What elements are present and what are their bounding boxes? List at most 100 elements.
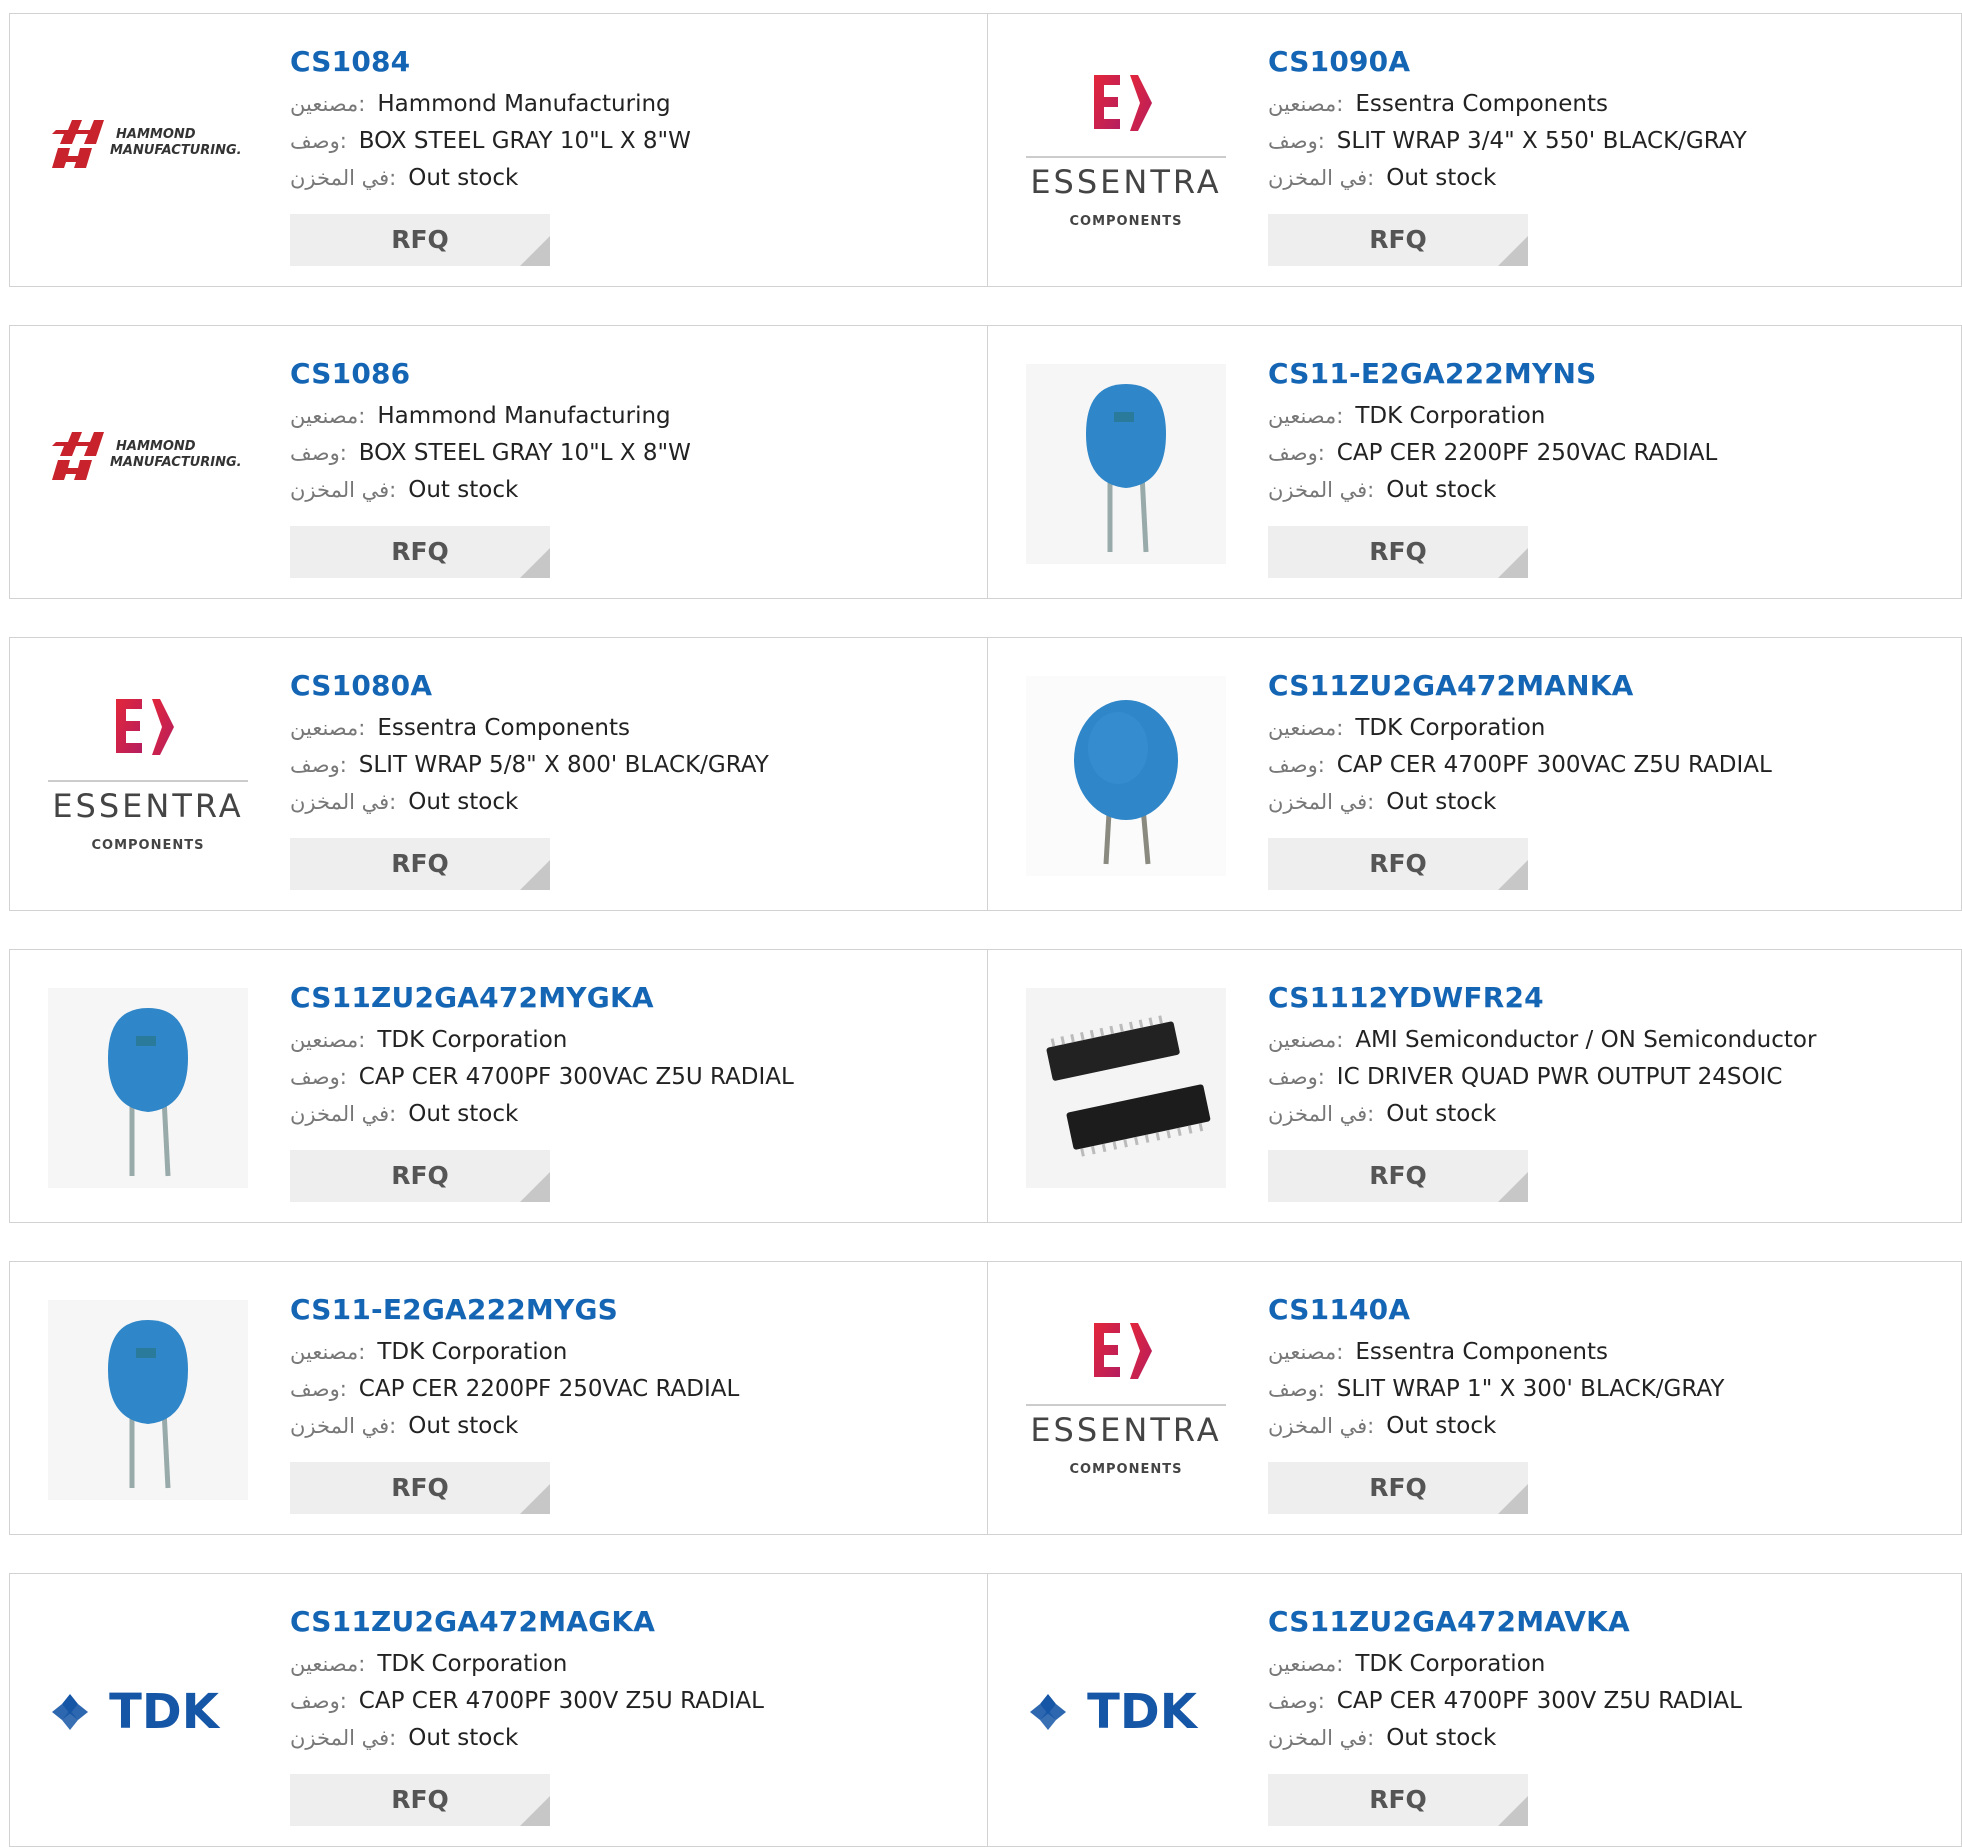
description-row: وصف: SLIT WRAP 1" X 300' BLACK/GRAY — [1268, 1371, 1724, 1408]
product-image[interactable] — [48, 1300, 248, 1500]
description-label: وصف — [290, 753, 340, 777]
product-image[interactable] — [1026, 676, 1226, 876]
manufacturer-row: مصنعين: Essentra Components — [1268, 1334, 1724, 1371]
rfq-button[interactable]: RFQ — [1268, 526, 1528, 578]
part-number-link[interactable]: CS1084 — [290, 44, 691, 80]
product-card: ESSENTRA COMPONENTS CS1140A مصنعين: Esse… — [987, 1262, 1962, 1534]
rfq-button[interactable]: RFQ — [1268, 1774, 1528, 1826]
product-image[interactable]: HAMMOND MANUFACTURING. — [48, 364, 248, 564]
rfq-label: RFQ — [1369, 1473, 1427, 1502]
svg-text:ESSENTRA: ESSENTRA — [52, 787, 243, 825]
description-value: CAP CER 2200PF 250VAC RADIAL — [358, 1376, 740, 1402]
stock-row: في المخزن: Out stock — [1268, 472, 1717, 509]
description-row: وصف: SLIT WRAP 5/8" X 800' BLACK/GRAY — [290, 747, 769, 784]
description-row: وصف: BOX STEEL GRAY 10"L X 8"W — [290, 435, 691, 472]
manufacturer-label: مصنعين — [1268, 716, 1337, 740]
description-label: وصف — [1268, 1689, 1318, 1713]
product-row: ESSENTRA COMPONENTS CS1080A مصنعين: Esse… — [9, 637, 1962, 911]
manufacturer-row: مصنعين: TDK Corporation — [1268, 398, 1717, 435]
description-row: وصف: BOX STEEL GRAY 10"L X 8"W — [290, 123, 691, 160]
stock-row: في المخزن: Out stock — [1268, 1720, 1742, 1757]
part-number-link[interactable]: CS1080A — [290, 668, 769, 704]
part-number-link[interactable]: CS11ZU2GA472MANKA — [1268, 668, 1772, 704]
product-image[interactable]: ESSENTRA COMPONENTS — [1026, 1300, 1226, 1500]
rfq-button[interactable]: RFQ — [1268, 1462, 1528, 1514]
stock-label: في المخزن — [1268, 1102, 1368, 1126]
product-image[interactable] — [1026, 988, 1226, 1188]
description-row: وصف: CAP CER 4700PF 300VAC Z5U RADIAL — [1268, 747, 1772, 784]
rfq-button[interactable]: RFQ — [290, 1774, 550, 1826]
description-value: SLIT WRAP 3/4" X 550' BLACK/GRAY — [1336, 128, 1747, 154]
description-label: وصف — [1268, 1377, 1318, 1401]
stock-row: في المخزن: Out stock — [1268, 160, 1747, 197]
description-row: وصف: CAP CER 4700PF 300V Z5U RADIAL — [1268, 1683, 1742, 1720]
description-label: وصف — [1268, 441, 1318, 465]
manufacturer-label: مصنعين — [290, 716, 359, 740]
product-image[interactable]: HAMMOND MANUFACTURING. — [48, 52, 248, 252]
manufacturer-label: مصنعين — [1268, 1652, 1337, 1676]
manufacturer-label: مصنعين — [1268, 1028, 1337, 1052]
rfq-label: RFQ — [391, 225, 449, 254]
part-number-link[interactable]: CS1090A — [1268, 44, 1747, 80]
rfq-button[interactable]: RFQ — [1268, 838, 1528, 890]
manufacturer-value: Essentra Components — [1355, 1339, 1608, 1365]
manufacturer-value: Hammond Manufacturing — [377, 403, 671, 429]
product-image[interactable] — [48, 988, 248, 1188]
corner-triangle-icon — [1498, 1172, 1528, 1202]
manufacturer-row: مصنعين: TDK Corporation — [290, 1022, 794, 1059]
stock-label: في المخزن — [290, 790, 390, 814]
rfq-label: RFQ — [1369, 537, 1427, 566]
rfq-button[interactable]: RFQ — [1268, 214, 1528, 266]
rfq-button[interactable]: RFQ — [290, 526, 550, 578]
product-card: CS1112YDWFR24 مصنعين: AMI Semiconductor … — [987, 950, 1962, 1222]
rfq-button[interactable]: RFQ — [290, 1150, 550, 1202]
product-image[interactable]: ESSENTRA COMPONENTS — [48, 676, 248, 876]
description-label: وصف — [290, 1065, 340, 1089]
stock-row: في المخزن: Out stock — [290, 1096, 794, 1133]
description-value: CAP CER 4700PF 300V Z5U RADIAL — [358, 1688, 764, 1714]
part-number-link[interactable]: CS1140A — [1268, 1292, 1724, 1328]
stock-value: Out stock — [408, 1725, 519, 1751]
stock-value: Out stock — [408, 477, 519, 503]
stock-label: في المخزن — [1268, 1414, 1368, 1438]
manufacturer-value: TDK Corporation — [377, 1339, 568, 1365]
product-image[interactable]: TDK — [48, 1612, 248, 1812]
product-card: TDK CS11ZU2GA472MAVKA مصنعين: TDK Corpor… — [987, 1574, 1962, 1846]
stock-label: في المخزن — [1268, 478, 1368, 502]
stock-value: Out stock — [408, 1101, 519, 1127]
stock-row: في المخزن: Out stock — [290, 1720, 764, 1757]
svg-text:MANUFACTURING.: MANUFACTURING. — [110, 143, 242, 158]
part-number-link[interactable]: CS11-E2GA222MYGS — [290, 1292, 739, 1328]
rfq-button[interactable]: RFQ — [290, 214, 550, 266]
part-number-link[interactable]: CS11-E2GA222MYNS — [1268, 356, 1717, 392]
stock-value: Out stock — [408, 1413, 519, 1439]
svg-text:COMPONENTS: COMPONENTS — [92, 838, 205, 853]
manufacturer-row: مصنعين: TDK Corporation — [290, 1646, 764, 1683]
part-number-link[interactable]: CS11ZU2GA472MAGKA — [290, 1604, 764, 1640]
part-number-link[interactable]: CS11ZU2GA472MAVKA — [1268, 1604, 1742, 1640]
product-image[interactable] — [1026, 364, 1226, 564]
part-number-link[interactable]: CS1086 — [290, 356, 691, 392]
part-number-link[interactable]: CS1112YDWFR24 — [1268, 980, 1816, 1016]
rfq-label: RFQ — [391, 1161, 449, 1190]
manufacturer-row: مصنعين: AMI Semiconductor / ON Semicondu… — [1268, 1022, 1816, 1059]
manufacturer-label: مصنعين — [290, 1028, 359, 1052]
product-image[interactable]: ESSENTRA COMPONENTS — [1026, 52, 1226, 252]
rfq-button[interactable]: RFQ — [290, 838, 550, 890]
product-image[interactable]: TDK — [1026, 1612, 1226, 1812]
manufacturer-label: مصنعين — [290, 1340, 359, 1364]
product-card: HAMMOND MANUFACTURING. CS1086 مصنعين: Ha… — [10, 326, 987, 598]
rfq-button[interactable]: RFQ — [290, 1462, 550, 1514]
product-card: CS11-E2GA222MYNS مصنعين: TDK Corporation… — [987, 326, 1962, 598]
manufacturer-label: مصنعين — [1268, 404, 1337, 428]
description-row: وصف: CAP CER 4700PF 300V Z5U RADIAL — [290, 1683, 764, 1720]
manufacturer-value: TDK Corporation — [1355, 1651, 1546, 1677]
corner-triangle-icon — [1498, 236, 1528, 266]
part-number-link[interactable]: CS11ZU2GA472MYGKA — [290, 980, 794, 1016]
svg-text:MANUFACTURING.: MANUFACTURING. — [110, 455, 242, 470]
stock-value: Out stock — [408, 789, 519, 815]
description-label: وصف — [290, 441, 340, 465]
rfq-button[interactable]: RFQ — [1268, 1150, 1528, 1202]
stock-label: في المخزن — [290, 1102, 390, 1126]
description-label: وصف — [290, 1377, 340, 1401]
